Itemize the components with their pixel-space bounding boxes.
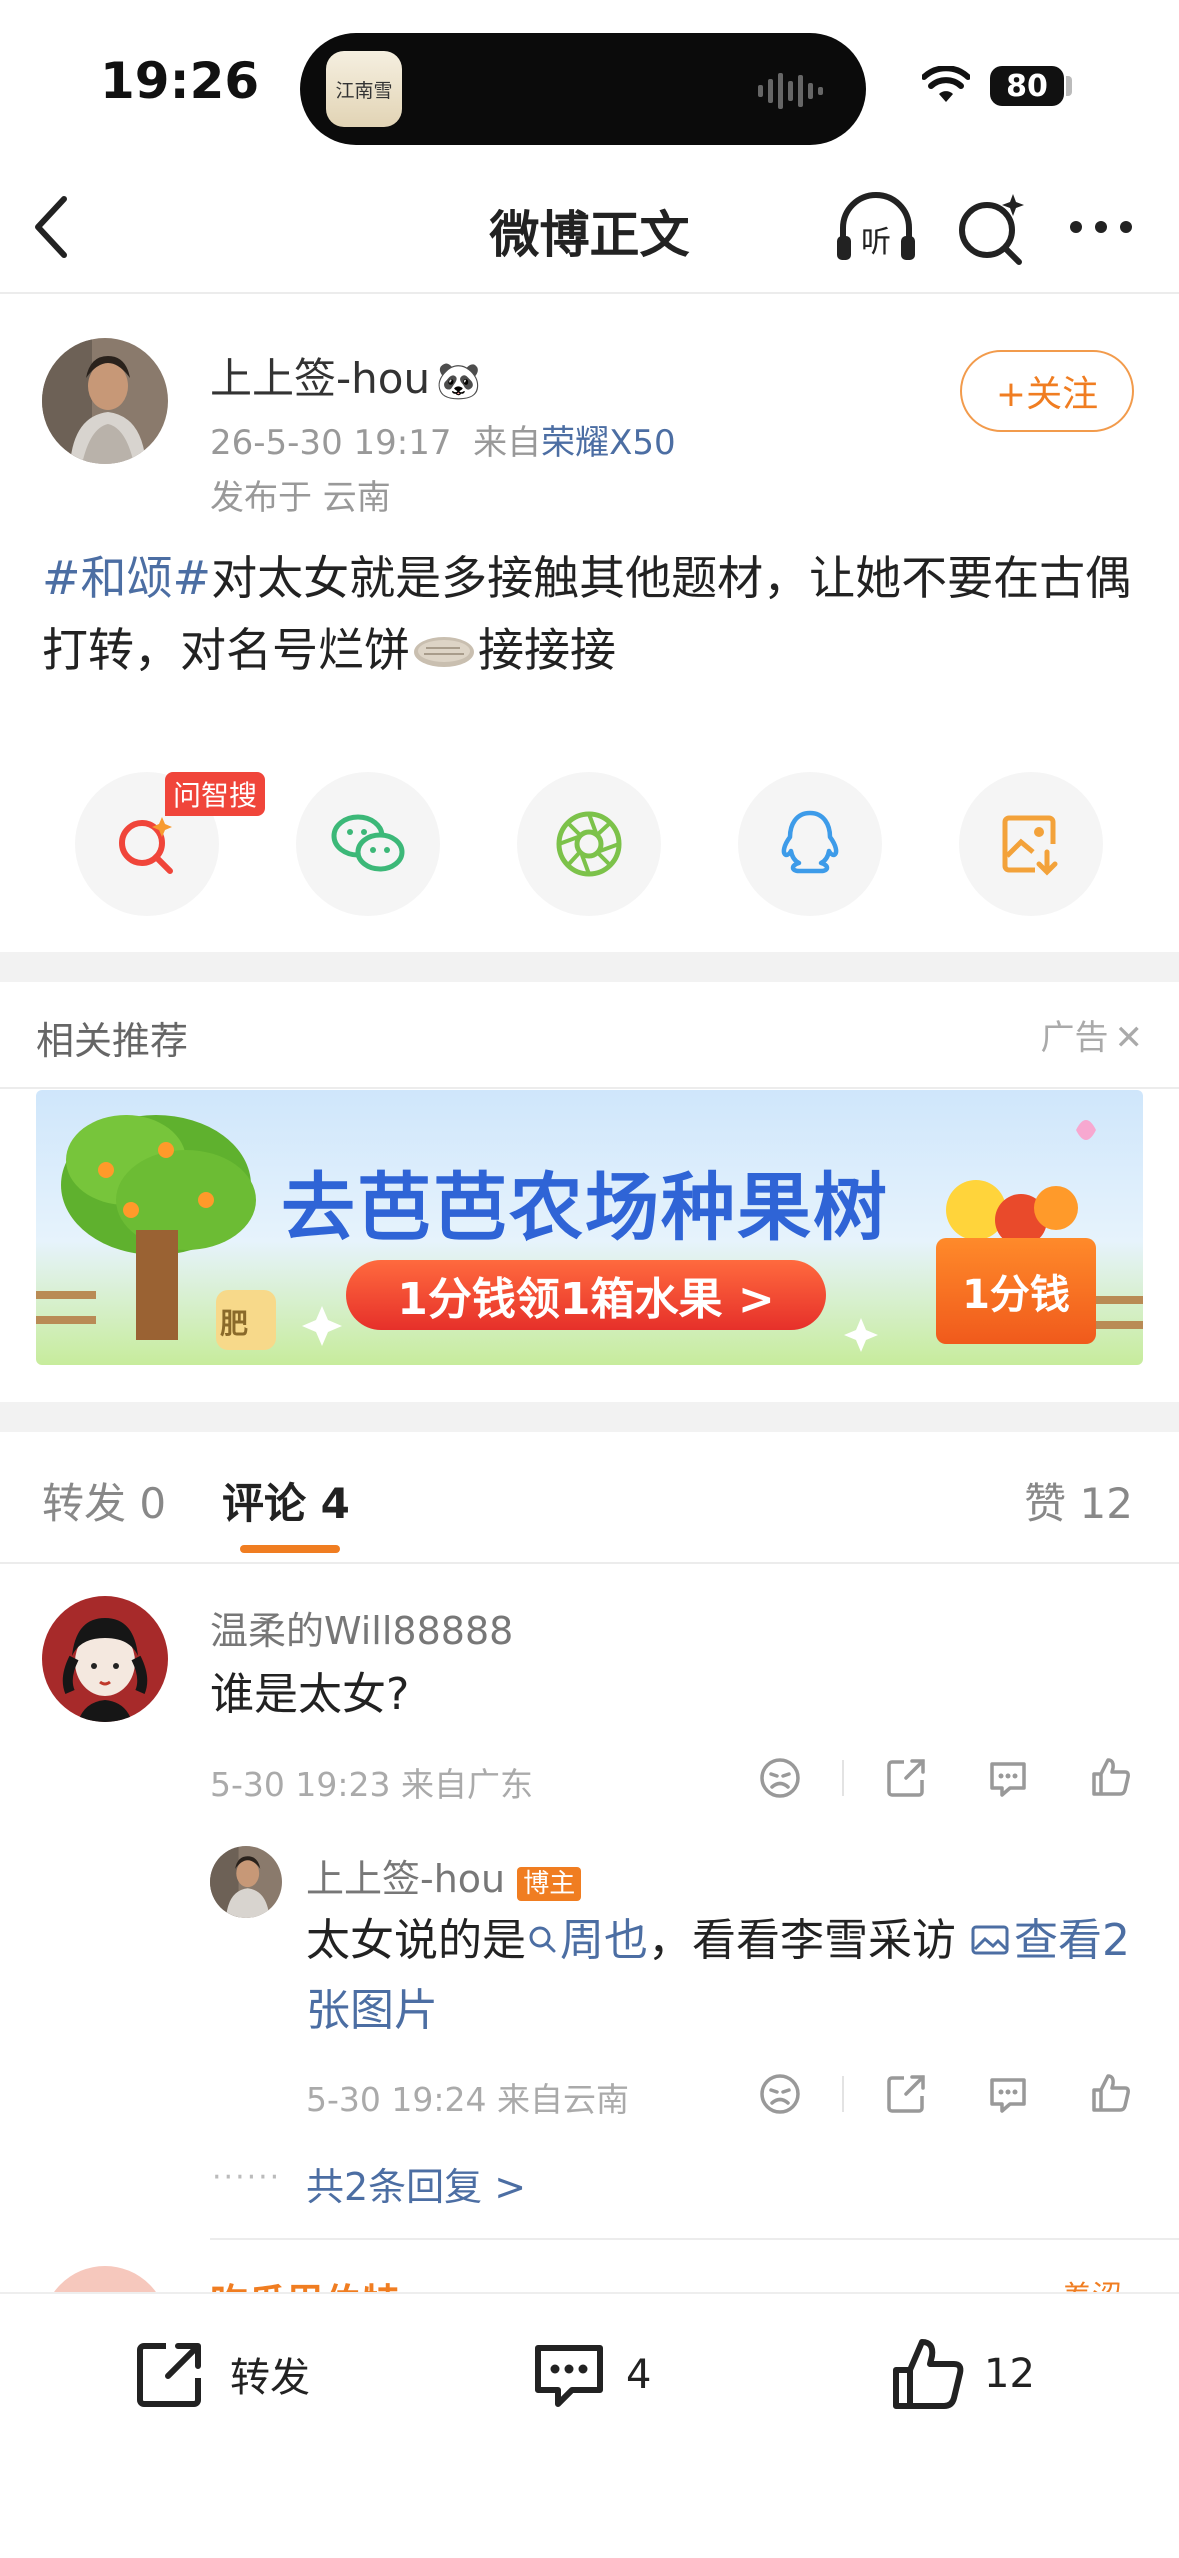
reply-author[interactable]: 上上签-hou 博主 [306,1848,582,1903]
hashtag-link[interactable]: #和颂# [42,551,211,605]
search-icon [529,1926,556,1953]
like-button[interactable]: 12 [888,2334,1035,2414]
qq-icon [781,810,839,874]
post-text-end: 接接接 [478,623,616,677]
smart-search-icon[interactable] [955,190,1027,266]
like-icon[interactable] [1088,1754,1132,1798]
nav-divider [0,292,1179,294]
close-ad-icon[interactable]: ✕ [1115,1018,1144,1058]
smart-search-badge: 问智搜 [165,772,266,816]
reply-reply-icon[interactable] [986,2072,1030,2116]
qq-share-button[interactable] [738,772,882,916]
section-gap-2 [0,1402,1179,1432]
section-gap [0,952,1179,982]
battery-indicator: 80 [990,66,1064,106]
tab-likes-count: 12 [1079,1479,1133,1528]
author-name-text[interactable]: 上上签-hou [210,354,430,403]
reply-text: 太女说的是 周也，看看李雪采访 查看2张图片 [306,1906,1146,2046]
active-tab-indicator [240,1545,340,1553]
banner-title: 去芭芭农场种果树 [281,1165,889,1251]
mention-text[interactable]: 周也 [560,1915,648,1966]
reply-dislike-face-icon[interactable] [758,2072,802,2116]
tab-repost-count: 0 [139,1479,167,1528]
device-link[interactable]: 荣耀X50 [541,423,676,463]
repost-label: 转发 [230,2355,310,2401]
bottom-action-bar: 转发 4 12 [0,2292,1179,2558]
reply-like-icon[interactable] [1088,2070,1132,2114]
wifi-icon [922,66,970,102]
moments-share-button[interactable] [517,772,661,916]
tab-repost[interactable]: 转发 0 [42,1470,166,1531]
reply-meta: 5-30 19:24 来自云南 [306,2080,629,2119]
repost-icon [137,2343,201,2407]
blogger-badge: 博主 [517,1867,582,1901]
comment-divider [210,2238,1179,2240]
panda-emoji: 🐼 [436,361,481,402]
svg-text:听: 听 [861,225,891,260]
tab-comments-label: 评论 [222,1479,307,1528]
ad-label[interactable]: 广告 ✕ [1041,1010,1144,1059]
reply-action-separator [842,2076,844,2112]
audio-wave-icon [758,73,823,109]
wechat-icon [331,814,405,872]
image-icon [971,1925,1009,1955]
more-replies-dots: ······ [212,2160,282,2195]
tabs-divider [0,1562,1179,1564]
tab-comments-count: 4 [320,1479,350,1528]
from-prefix: 来自 [473,423,542,463]
thumbs-up-icon [893,2339,964,2409]
comment-meta: 5-30 19:23 来自广东 [210,1765,533,1804]
save-image-icon [1002,815,1058,876]
author-avatar[interactable] [42,338,168,464]
recommend-divider [0,1087,1179,1089]
commenter-avatar[interactable] [42,1596,168,1722]
comment-author[interactable]: 温柔的Will88888 [210,1600,513,1655]
mention-link[interactable]: 周也 [526,1915,648,1966]
recommend-title: 相关推荐 [36,1019,189,1063]
listen-icon[interactable]: 听 [833,190,919,266]
banner-price-box: 1分钱 [936,1238,1096,1344]
tab-likes-label: 赞 [1024,1479,1067,1528]
more-icon[interactable] [1068,212,1134,242]
post-meta: 26-5-30 19:17 来自荣耀X50 [210,415,676,464]
author-name[interactable]: 上上签-hou 🐼 [210,345,481,406]
reply-author-name[interactable]: 上上签-hou [306,1857,505,1901]
reply-text-a: 太女说的是 [306,1915,526,1966]
action-separator [842,1760,844,1796]
ad-label-text: 广告 [1040,1018,1109,1058]
post-time: 26-5-30 19:17 [210,423,452,463]
save-image-share-button[interactable] [959,772,1103,916]
battery-tip [1066,76,1072,96]
moments-icon [556,811,622,877]
tab-comments[interactable]: 评论 4 [222,1470,350,1531]
music-app-icon: 江南雪 [326,51,402,127]
tab-repost-label: 转发 [42,1479,127,1528]
like-count: 12 [984,2351,1035,2397]
tab-likes[interactable]: 赞 12 [1024,1470,1133,1531]
reply-author-avatar[interactable] [210,1846,282,1918]
reply-forward-icon[interactable] [884,2072,928,2116]
reply-text-b: ，看看李雪采访 [648,1915,970,1966]
dynamic-island[interactable]: 江南雪 [300,33,866,145]
more-replies-link[interactable]: 共2条回复 > [306,2156,526,2211]
ad-banner[interactable]: 去芭芭农场种果树 1分钱领1箱水果 > 1分钱 肥 [36,1090,1143,1365]
dislike-face-icon[interactable] [758,1756,802,1800]
comment-text: 谁是太女? [210,1669,410,1720]
reply-icon[interactable] [986,1756,1030,1800]
post-body: #和颂#对太女就是多接触其他题材，让她不要在古偶打转，对名号烂饼 接接接 [42,542,1142,686]
wechat-share-button[interactable] [296,772,440,916]
banner-tree-tag: 肥 [220,1307,249,1340]
forward-icon[interactable] [884,1756,928,1800]
banner-cta-button[interactable]: 1分钱领1箱水果 > [346,1260,826,1330]
post-location: 发布于 云南 [210,478,391,518]
comment-icon [535,2345,603,2407]
pancake-emoji-icon [414,637,474,667]
smart-search-icon [119,817,173,874]
status-time: 19:26 [100,52,260,110]
comment-count: 4 [626,2352,652,2398]
comment-button[interactable]: 4 [530,2336,651,2414]
repost-button[interactable]: 转发 [132,2336,310,2412]
follow-button[interactable]: +关注 [960,350,1134,432]
